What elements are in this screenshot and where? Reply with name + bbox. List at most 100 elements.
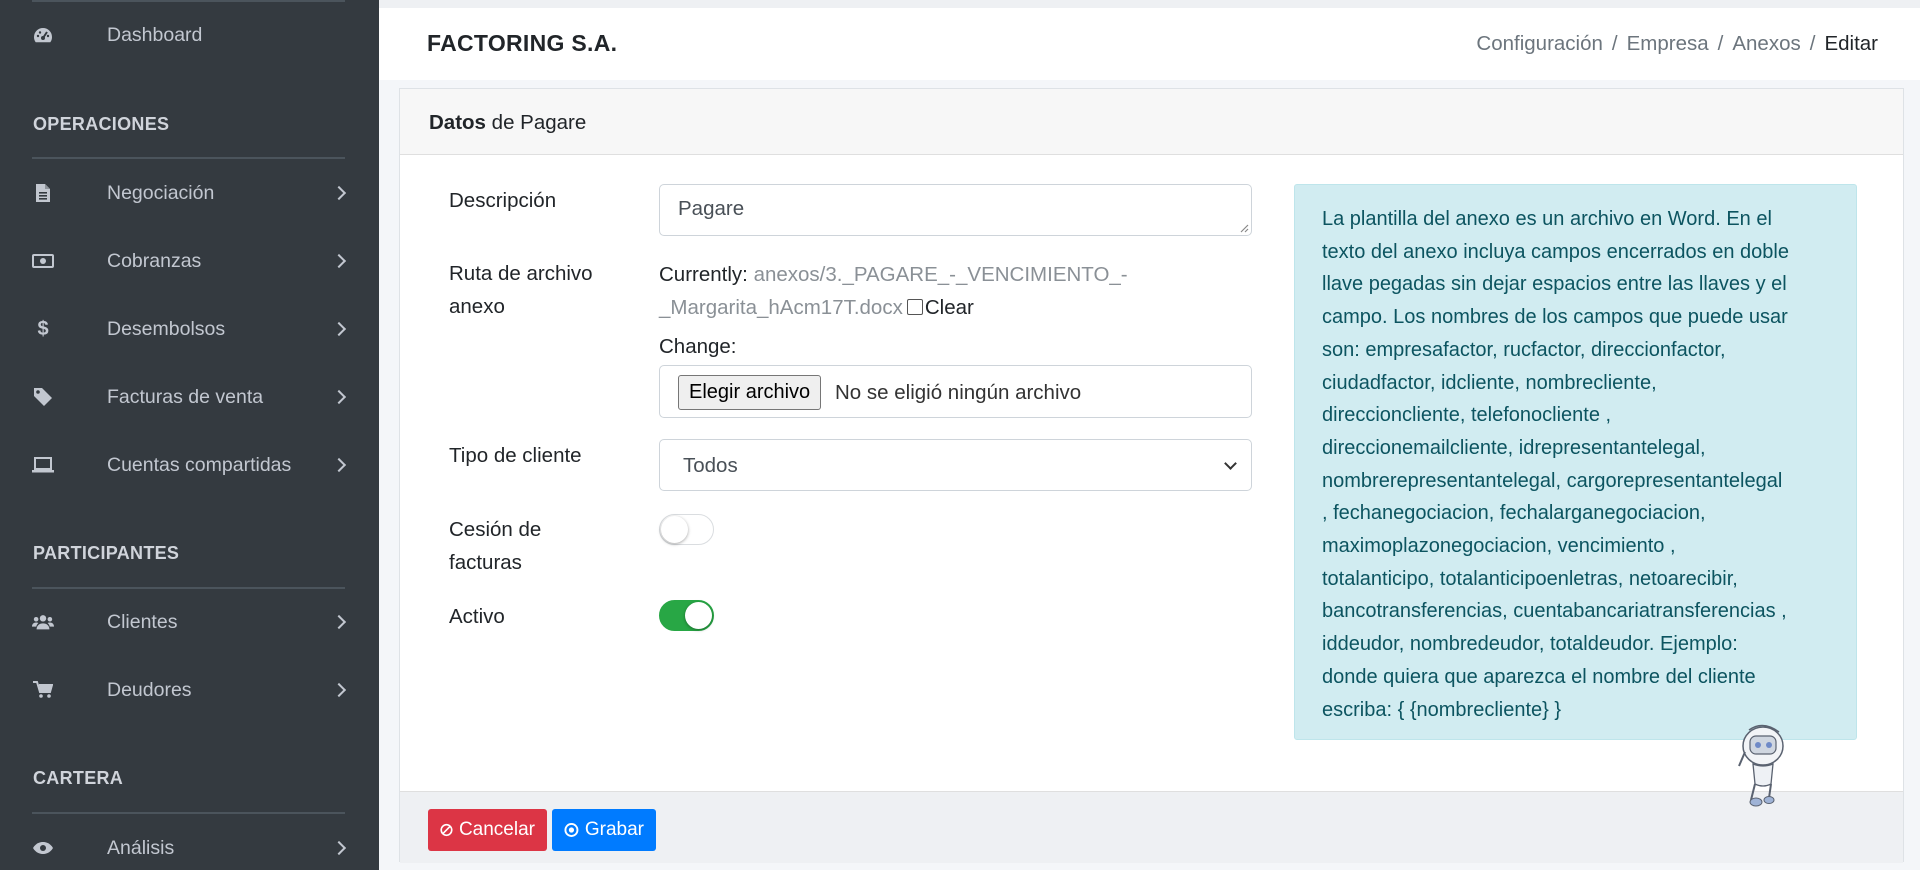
breadcrumb-editar: Editar (1824, 32, 1878, 55)
chevron-right-icon (331, 321, 347, 337)
info-line: iddeudor, nombredeudor, totaldeudor. Eje… (1322, 633, 1738, 656)
card-header: Datos de Pagare (400, 89, 1903, 155)
cancel-button[interactable]: Cancelar (428, 809, 547, 851)
clear-checkbox[interactable] (906, 299, 923, 315)
sidebar-item-negociacion[interactable]: Negociación (0, 165, 379, 221)
sidebar-divider (32, 587, 345, 589)
cesion-label-line1: Cesión de (449, 518, 542, 541)
sidebar-item-deudores[interactable]: Deudores (0, 662, 379, 718)
chevron-right-icon (331, 614, 347, 630)
card-title-rest: de Pagare (485, 111, 587, 134)
laptop-icon (32, 454, 54, 476)
breadcrumb-configuracion[interactable]: Configuración (1476, 32, 1603, 56)
choose-file-button[interactable]: Elegir archivo (678, 375, 822, 410)
save-button[interactable]: Grabar (552, 809, 656, 851)
sidebar-item-analisis[interactable]: Análisis (0, 820, 379, 870)
sidebar-item-label: Desembolsos (107, 317, 226, 340)
activo-label: Activo (449, 605, 505, 628)
descripcion-value: Pagare (678, 197, 745, 220)
tipo-cliente-select[interactable]: Todos (659, 439, 1252, 491)
file-status: No se eligió ningún archivo (835, 381, 1082, 404)
info-line: La plantilla del anexo es un archivo en … (1322, 208, 1772, 230)
info-line: ciudadfactor, idcliente, nombrecliente, (1322, 371, 1657, 394)
currently-label: Currently: (659, 263, 748, 286)
info-line: llave pegadas sin dejar espacios entre l… (1322, 273, 1787, 296)
sidebar-item-label: Análisis (107, 836, 175, 859)
sidebar-item-clientes[interactable]: Clientes (0, 594, 379, 650)
sidebar-item-label: Deudores (107, 678, 192, 701)
sidebar-item-cuentas-compartidas[interactable]: Cuentas compartidas (0, 437, 379, 493)
info-line: direccioncliente, telefonocliente , (1322, 404, 1612, 427)
sidebar-item-label: Cuentas compartidas (107, 453, 292, 476)
ruta-label-line1: Ruta de archivo (449, 262, 593, 285)
info-line: direccionemailcliente, idrepresentantele… (1322, 436, 1706, 459)
chevron-right-icon (331, 389, 347, 405)
section-header-participantes: PARTICIPANTES (33, 543, 180, 563)
chevron-right-icon (331, 840, 347, 856)
breadcrumb-separator: / (1809, 32, 1816, 55)
sidebar-top-divider (32, 0, 345, 2)
info-line: nombrerepresentantelegal, cargorepresent… (1322, 469, 1783, 492)
dot-circle-icon (564, 823, 579, 837)
info-alert: La plantilla del anexo es un archivo en … (1294, 184, 1857, 740)
breadcrumb: Configuración / Empresa / Anexos / Edita… (1476, 32, 1878, 56)
tipo-cliente-value: Todos (683, 454, 738, 477)
change-label: Change: (659, 335, 737, 358)
chevron-right-icon (331, 457, 347, 473)
file-input[interactable]: Elegir archivo No se eligió ningún archi… (659, 365, 1252, 418)
current-file-link-2[interactable]: _Margarita_hAcm17T.docx (659, 296, 903, 319)
money-icon (32, 250, 54, 272)
save-button-label: Grabar (584, 819, 644, 840)
info-line: campo. Los nombres de los campos que pue… (1322, 306, 1788, 329)
tipo-cliente-label: Tipo de cliente (449, 444, 582, 467)
card-title-bold: Datos (429, 111, 486, 134)
sidebar-divider (32, 812, 345, 814)
cart-icon (32, 679, 54, 701)
cancel-button-label: Cancelar (458, 819, 535, 840)
sidebar-item-facturas-de-venta[interactable]: Facturas de venta (0, 369, 379, 425)
ban-icon (440, 823, 453, 837)
assistant-robot-icon[interactable] (1733, 722, 1788, 812)
info-line: , fechanegociacion, fechalarganegociacio… (1322, 502, 1706, 525)
section-header-operaciones: OPERACIONES (33, 114, 170, 134)
sidebar-item-label: Cobranzas (107, 249, 202, 272)
dollar-icon: $ (37, 317, 49, 340)
sidebar: Dashboard OPERACIONES Negociación Cobran… (0, 0, 379, 870)
cesion-label-line2: facturas (449, 551, 522, 574)
breadcrumb-empresa[interactable]: Empresa (1627, 32, 1709, 56)
clear-label[interactable]: Clear (925, 296, 974, 319)
eye-icon (32, 837, 54, 859)
tag-icon (32, 386, 54, 408)
chevron-right-icon (331, 253, 347, 269)
chevron-down-icon (1224, 457, 1237, 470)
chevron-right-icon (331, 185, 347, 201)
activo-toggle[interactable] (659, 600, 714, 631)
breadcrumb-anexos[interactable]: Anexos (1732, 32, 1800, 56)
info-line: totalanticipo, totalanticipoenletras, ne… (1322, 567, 1738, 590)
breadcrumb-separator: / (1717, 32, 1724, 55)
descripcion-input[interactable]: Pagare (659, 184, 1252, 236)
sidebar-divider (32, 157, 345, 159)
sidebar-item-cobranzas[interactable]: Cobranzas (0, 233, 379, 289)
current-file-link-1[interactable]: anexos/3._PAGARE_-_VENCIMIENTO_- (754, 263, 1128, 286)
descripcion-label: Descripción (449, 189, 557, 212)
sidebar-item-desembolsos[interactable]: $ Desembolsos (0, 301, 379, 357)
cesion-facturas-toggle[interactable] (659, 514, 714, 545)
section-header-cartera: CARTERA (33, 768, 124, 788)
toggle-knob (685, 602, 712, 629)
cesion-facturas-label: Cesión de facturas (449, 513, 541, 579)
card-footer: Cancelar Grabar (400, 791, 1903, 863)
info-line: donde quiera que aparezca el nombre del … (1322, 665, 1756, 688)
users-icon (32, 611, 54, 633)
brand-title: FACTORING S.A. (427, 30, 618, 56)
ruta-label-line2: anexo (449, 295, 505, 318)
ruta-archivo-label: Ruta de archivo anexo (449, 257, 593, 323)
sidebar-item-label: Clientes (107, 610, 178, 633)
top-bar: FACTORING S.A. Configuración / Empresa /… (379, 0, 1920, 80)
sidebar-item-label: Negociación (107, 181, 215, 204)
resize-handle-icon[interactable] (1239, 223, 1249, 233)
chevron-right-icon (331, 682, 347, 698)
info-line: maximoplazonegociacion, vencimiento , (1322, 535, 1676, 558)
sidebar-item-dashboard[interactable]: Dashboard (0, 7, 379, 63)
info-line: son: empresafactor, rucfactor, direccion… (1322, 338, 1726, 361)
